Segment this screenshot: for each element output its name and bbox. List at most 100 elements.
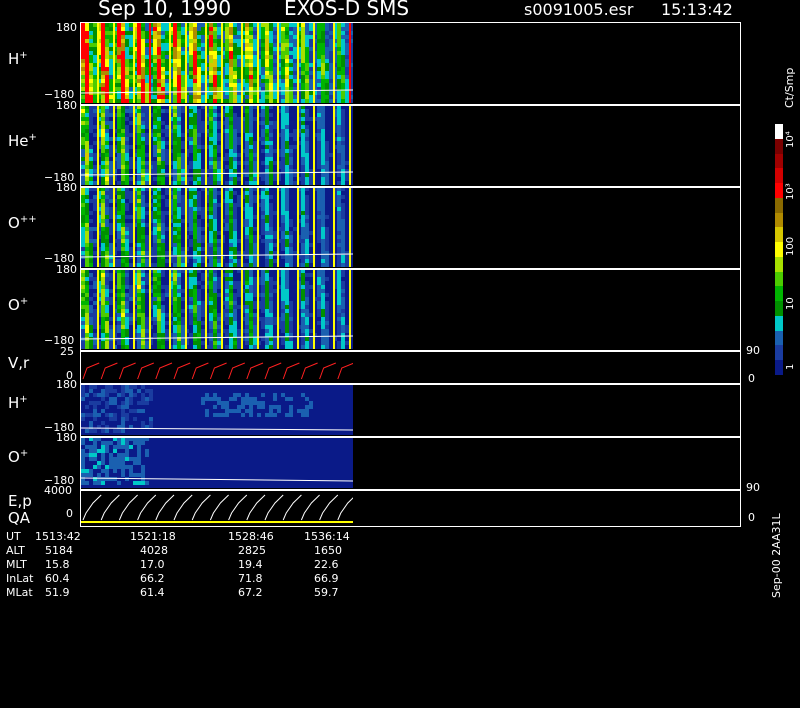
spectrogram-cell [269, 141, 273, 145]
spectrogram-cell [233, 203, 237, 207]
spectrogram-cell [345, 31, 349, 35]
spectrogram-cell [157, 67, 161, 71]
spectrogram-cell [273, 91, 277, 95]
spectrogram-cell [141, 321, 145, 325]
spectrogram-cell [93, 405, 97, 409]
spectrogram-cell [305, 337, 309, 341]
spectrogram-cell [249, 215, 253, 219]
spectrogram-cell [213, 157, 217, 161]
spectrogram-cell [337, 329, 341, 333]
spectrogram-cell [117, 129, 121, 133]
spectrogram-cell [305, 313, 309, 317]
spectrogram-cell [145, 177, 149, 181]
spectrogram-cell [189, 59, 193, 63]
spectrogram-cell [265, 293, 269, 297]
spectrogram-cell [265, 137, 269, 141]
spectrogram-stripe [333, 105, 335, 185]
spectrogram-cell [341, 153, 345, 157]
spectrogram-cell [85, 199, 89, 203]
spectrogram-cell [325, 337, 329, 341]
spectrogram-cell [285, 325, 289, 329]
spectrogram-stripe [133, 187, 135, 267]
spectrogram-cell [197, 165, 201, 169]
spectrogram-cell [261, 27, 265, 31]
spectrogram-cell [225, 47, 229, 51]
spectrogram-cell [309, 47, 313, 51]
spectrogram-cell [237, 129, 241, 133]
spectrogram-cell [237, 51, 241, 55]
spectrogram-cell [229, 313, 233, 317]
spectrogram-cell [129, 457, 133, 461]
spectrogram-cell [125, 441, 129, 445]
spectrogram-cell [189, 203, 193, 207]
spectrogram-cell [341, 215, 345, 219]
spectrogram-cell [209, 55, 213, 59]
spectrogram-cell [325, 239, 329, 243]
spectrogram-cell [101, 121, 105, 125]
spectrogram-cell [121, 429, 125, 433]
spectrogram-cell [305, 199, 309, 203]
spectrogram-cell [301, 43, 305, 47]
footer-cell: 4028 [140, 544, 168, 557]
spectrogram-cell [289, 309, 293, 313]
spectrogram-cell [137, 31, 141, 35]
spectrogram-cell [301, 191, 305, 195]
spectrogram-cell [177, 181, 181, 185]
spectrogram-cell [101, 305, 105, 309]
spectrogram-cell [285, 91, 289, 95]
spectrogram-cell [245, 99, 249, 103]
spectrogram-cell [85, 263, 89, 267]
spectrogram-cell [125, 401, 129, 405]
spectrogram-cell [281, 273, 285, 277]
spectrogram-cell [105, 27, 109, 31]
spectrogram-cell [129, 177, 133, 181]
spectrogram-cell [337, 305, 341, 309]
spectrogram-cell [89, 321, 93, 325]
spectrogram-cell [81, 109, 85, 113]
footer-cell: 1513:42 [35, 530, 81, 543]
spectrogram-cell [113, 397, 117, 401]
spectrogram-cell [97, 401, 101, 405]
spectrogram-cell [189, 39, 193, 43]
spectrogram-cell [113, 445, 117, 449]
spectrogram-cell [181, 141, 185, 145]
spectrogram-cell [129, 231, 133, 235]
spectrogram-cell [225, 39, 229, 43]
spectrogram-cell [249, 71, 253, 75]
spectrogram-cell [245, 31, 249, 35]
spectrogram-cell [321, 27, 325, 31]
spectrogram-cell [161, 341, 165, 345]
spectrogram-cell [341, 95, 345, 99]
spectrogram-cell [229, 203, 233, 207]
spectrogram-cell [121, 39, 125, 43]
spectrogram-cell [321, 263, 325, 267]
spectrogram-cell [273, 55, 277, 59]
spectrogram-cell [149, 393, 153, 397]
spectrogram-cell [137, 47, 141, 51]
spectrogram-cell [205, 397, 209, 401]
spectrogram-cell [137, 481, 141, 485]
spectrogram-cell [273, 47, 277, 51]
spectrogram-cell [121, 273, 125, 277]
spectrogram-cell [109, 333, 113, 337]
spectrogram-cell [201, 259, 205, 263]
spectrogram-cell [345, 75, 349, 79]
spectrogram-cell [209, 95, 213, 99]
spectrogram-cell [125, 345, 129, 349]
spectrogram-cell [305, 273, 309, 277]
spectrogram-cell [113, 461, 117, 465]
spectrogram-cell [233, 219, 237, 223]
spectrogram-cell [249, 211, 253, 215]
spectrogram-cell [145, 75, 149, 79]
spectrogram-cell [85, 149, 89, 153]
spectrogram-cell [321, 255, 325, 259]
spectrogram-cell [245, 247, 249, 251]
spectrogram-cell [301, 227, 305, 231]
spectrogram-cell [161, 83, 165, 87]
spectrogram-cell [93, 313, 97, 317]
spectrogram-cell [317, 285, 321, 289]
spectrogram-cell [189, 125, 193, 129]
spectrogram-cell [305, 211, 309, 215]
spectrogram-cell [325, 31, 329, 35]
spectrogram-cell [245, 145, 249, 149]
